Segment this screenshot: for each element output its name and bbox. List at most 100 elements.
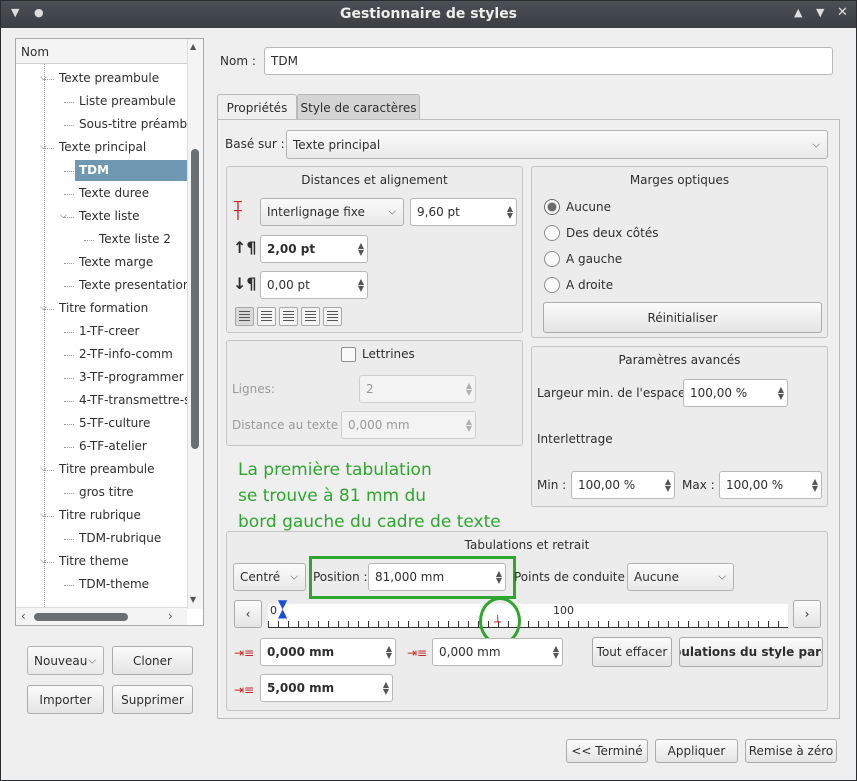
spin-arrows-icon[interactable]: ▲ ▼ bbox=[507, 205, 513, 220]
tree-item[interactable]: TDM-rubrique bbox=[79, 528, 161, 549]
tree-item[interactable]: 2-TF-info-comm bbox=[79, 344, 173, 365]
tree-item[interactable]: Texte preambule bbox=[59, 68, 159, 89]
spin-arrows-icon[interactable]: ▲ ▼ bbox=[778, 386, 784, 401]
tree-item[interactable]: Texte marge bbox=[79, 252, 153, 273]
style-tree[interactable]: Nom Texte preambule ⌵ Liste preambule Sous-… bbox=[15, 38, 204, 626]
tree-item[interactable]: Titre theme bbox=[59, 551, 129, 572]
drop-caps-distance-spinbox[interactable]: 0,000 mm ▲ ▼ bbox=[341, 411, 476, 439]
spin-arrows-icon[interactable]: ▲ ▼ bbox=[665, 478, 671, 493]
tree-item[interactable]: Texte liste 2 bbox=[99, 229, 171, 250]
new-style-combo[interactable]: Nouveau ⌵ bbox=[27, 646, 104, 675]
parent-style-tabs-label: Tabulations du style parent bbox=[680, 645, 822, 659]
tree-item[interactable]: 4-TF-transmettre-s bbox=[79, 390, 190, 411]
drop-caps-lines-value: 2 bbox=[366, 382, 374, 396]
apply-button[interactable]: Appliquer bbox=[655, 739, 738, 763]
spin-arrows-icon[interactable]: ▲ ▼ bbox=[812, 478, 818, 493]
tree-connector bbox=[64, 332, 74, 333]
first-line-indent-value: 0,000 mm bbox=[267, 645, 335, 659]
tree-item[interactable]: TDM-theme bbox=[79, 574, 149, 595]
reset-optical-button[interactable]: Réinitialiser bbox=[543, 302, 822, 333]
tree-item-selected[interactable]: TDM bbox=[75, 160, 187, 181]
indent-markers-icon[interactable]: ▼ ▲ bbox=[278, 598, 287, 619]
tab-character-style[interactable]: Style de caractères bbox=[297, 94, 420, 120]
tree-item[interactable]: Texte presentation bbox=[79, 275, 190, 296]
tree-item[interactable]: Texte duree bbox=[79, 183, 149, 204]
tree-header-name[interactable]: Nom bbox=[16, 39, 187, 64]
tree-item[interactable]: Sous-titre préamb bbox=[79, 114, 187, 135]
done-button[interactable]: << Terminé bbox=[566, 739, 648, 763]
spin-arrows-icon[interactable]: ▲ ▼ bbox=[358, 278, 364, 293]
align-right-button[interactable] bbox=[279, 307, 298, 326]
ruler-scroll-left-button[interactable]: ‹ bbox=[234, 600, 262, 628]
tree-item[interactable]: Liste preambule bbox=[79, 91, 176, 112]
clear-all-tabs-button[interactable]: Tout effacer bbox=[592, 637, 672, 667]
radio-optical-both[interactable] bbox=[544, 225, 560, 241]
drop-caps-checkbox[interactable] bbox=[341, 347, 356, 362]
first-line-indent-spinbox[interactable]: 0,000 mm ▲ ▼ bbox=[260, 638, 396, 666]
maximize-icon[interactable]: ▼ bbox=[816, 6, 824, 19]
expand-chevron-icon[interactable]: ⌵ bbox=[60, 206, 67, 227]
radio-optical-left[interactable] bbox=[544, 251, 560, 267]
spin-arrows-icon[interactable]: ▲ ▼ bbox=[553, 645, 559, 660]
horizontal-scrollbar[interactable]: ‹ › bbox=[16, 607, 187, 625]
scroll-right-icon[interactable]: › bbox=[168, 609, 173, 623]
spin-arrows-icon[interactable]: ▲ ▼ bbox=[496, 570, 502, 585]
tree-item[interactable]: 6-TF-atelier bbox=[79, 436, 147, 457]
align-justify-button[interactable] bbox=[301, 307, 320, 326]
radio-optical-right[interactable] bbox=[544, 277, 560, 293]
tab-properties[interactable]: Propriétés bbox=[217, 94, 297, 120]
tracking-max-spinbox[interactable]: 100,00 % ▲ ▼ bbox=[719, 471, 822, 499]
tree-item[interactable]: 5-TF-culture bbox=[79, 413, 150, 434]
tree-item[interactable]: Texte principal bbox=[59, 137, 146, 158]
scroll-down-icon[interactable]: ▼ bbox=[190, 595, 196, 604]
scroll-up-icon[interactable]: ▲ bbox=[190, 42, 196, 51]
tree-item[interactable]: Titre preambule bbox=[59, 459, 155, 480]
ruler-scroll-right-button[interactable]: › bbox=[793, 600, 821, 628]
tree-item[interactable]: 3-TF-programmer bbox=[79, 367, 184, 388]
right-indent-spinbox[interactable]: 5,000 mm ▲ ▼ bbox=[260, 674, 393, 702]
tree-item[interactable]: Texte liste bbox=[79, 206, 139, 227]
spin-arrows-icon[interactable]: ▲ ▼ bbox=[466, 418, 472, 433]
tree-item[interactable]: gros titre bbox=[79, 482, 134, 503]
tab-ruler[interactable]: 0 100 ▼ ▲ ┴ bbox=[268, 598, 788, 629]
line-spacing-mode-value: Interlignage fixe bbox=[267, 205, 365, 219]
vertical-scroll-thumb[interactable] bbox=[191, 149, 199, 449]
based-on-combo[interactable]: Texte principal ⌵ bbox=[286, 130, 828, 159]
clone-button[interactable]: Cloner bbox=[112, 646, 193, 675]
align-left-button[interactable] bbox=[235, 307, 254, 326]
spin-arrows-icon[interactable]: ▲ ▼ bbox=[466, 382, 472, 397]
align-forced-justify-button[interactable] bbox=[323, 307, 342, 326]
min-space-spinbox[interactable]: 100,00 % ▲ ▼ bbox=[683, 379, 788, 407]
space-below-spinbox[interactable]: 0,00 pt ▲ ▼ bbox=[260, 271, 368, 299]
tree-connector bbox=[64, 378, 74, 379]
line-spacing-value-spinbox[interactable]: 9,60 pt ▲ ▼ bbox=[410, 198, 517, 226]
leader-combo[interactable]: Aucune ⌵ bbox=[627, 563, 734, 591]
tab-alignment-combo[interactable]: Centré ⌵ bbox=[233, 563, 306, 591]
delete-button[interactable]: Supprimer bbox=[112, 685, 193, 714]
drop-caps-lines-spinbox[interactable]: 2 ▲ ▼ bbox=[359, 375, 476, 403]
import-button[interactable]: Importer bbox=[27, 685, 104, 714]
style-name-input[interactable]: TDM bbox=[264, 47, 833, 75]
left-indent-spinbox[interactable]: 0,000 mm ▲ ▼ bbox=[432, 638, 563, 666]
tree-item[interactable]: Titre rubrique bbox=[59, 505, 141, 526]
scroll-left-icon[interactable]: ‹ bbox=[21, 609, 26, 623]
space-above-spinbox[interactable]: 2,00 pt ▲ ▼ bbox=[260, 235, 368, 263]
tree-item[interactable]: 1-TF-creer bbox=[79, 321, 139, 342]
tracking-min-spinbox[interactable]: 100,00 % ▲ ▼ bbox=[571, 471, 675, 499]
vertical-scrollbar[interactable]: ▲ ▼ bbox=[187, 39, 203, 609]
horizontal-scroll-thumb[interactable] bbox=[34, 613, 128, 621]
tree-item[interactable]: Titre formation bbox=[59, 298, 148, 319]
tracking-min-label: Min : bbox=[537, 478, 567, 492]
radio-optical-none[interactable] bbox=[544, 199, 560, 215]
spin-arrows-icon[interactable]: ▲ ▼ bbox=[383, 681, 389, 696]
spin-arrows-icon[interactable]: ▲ ▼ bbox=[386, 645, 392, 660]
drop-caps-label[interactable]: Lettrines bbox=[362, 347, 415, 361]
spin-arrows-icon[interactable]: ▲ ▼ bbox=[358, 242, 364, 257]
tab-position-spinbox[interactable]: 81,000 mm ▲ ▼ bbox=[368, 563, 506, 591]
parent-style-tabs-button[interactable]: Tabulations du style parent bbox=[679, 637, 823, 667]
align-center-button[interactable] bbox=[257, 307, 276, 326]
minimize-icon[interactable]: ▲ bbox=[794, 6, 802, 19]
line-spacing-mode-combo[interactable]: Interlignage fixe ⌵ bbox=[260, 198, 404, 226]
reset-button[interactable]: Remise à zéro bbox=[745, 739, 837, 763]
close-icon[interactable]: ✕ bbox=[837, 5, 848, 20]
